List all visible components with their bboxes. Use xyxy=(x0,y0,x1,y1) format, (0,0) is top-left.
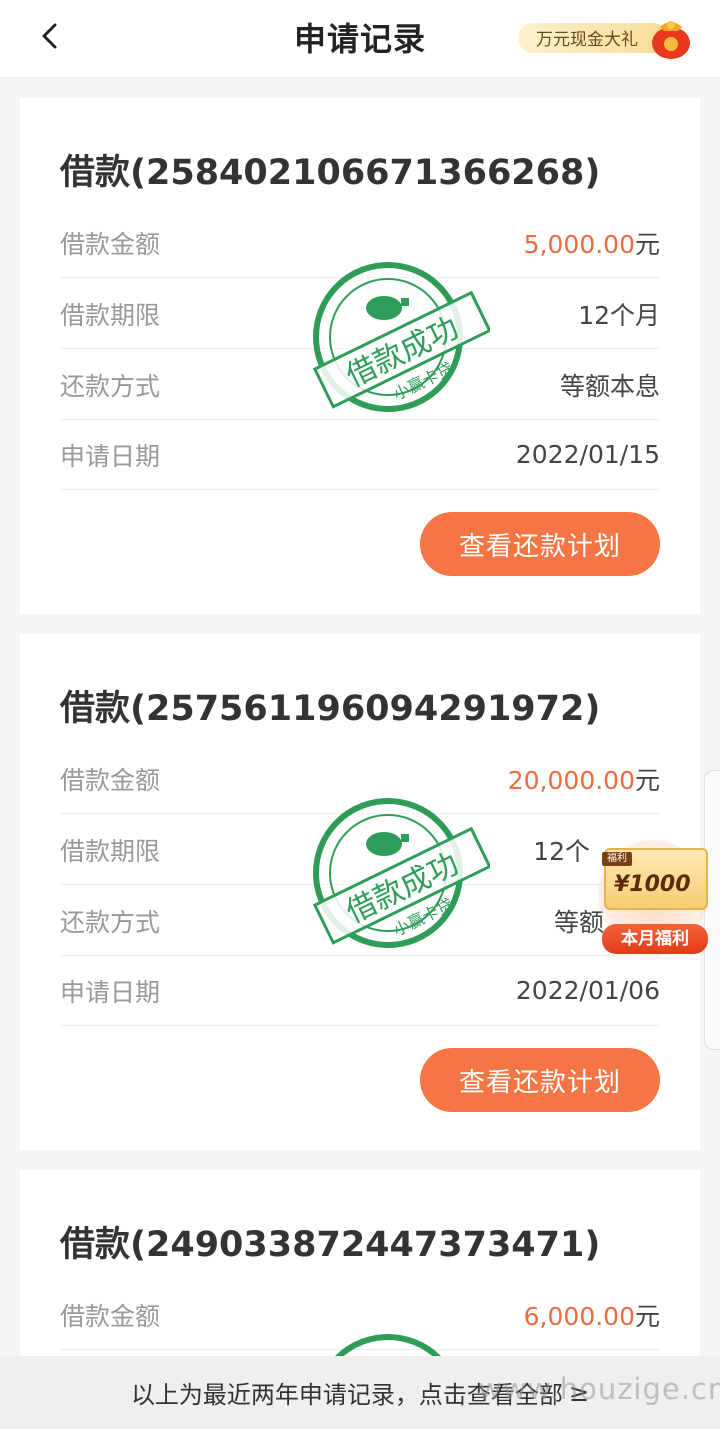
amount-label: 借款金额 xyxy=(60,229,161,259)
welfare-tag: 福利 xyxy=(602,852,632,866)
loan-success-stamp: 借款成功 小赢卡贷 xyxy=(312,262,490,412)
view-repayment-plan-button[interactable]: 查看还款计划 xyxy=(420,1048,660,1112)
welfare-label: 本月福利 xyxy=(602,924,708,954)
method-label: 还款方式 xyxy=(60,371,161,401)
red-envelope-bag-icon xyxy=(652,21,690,59)
watermark: www.houzige.cn xyxy=(478,1372,720,1406)
view-repayment-plan-button[interactable]: 查看还款计划 xyxy=(420,512,660,576)
loan-success-stamp: 借款成功 小赢卡贷 xyxy=(312,798,490,948)
date-label: 申请日期 xyxy=(60,977,161,1007)
welfare-amount: ¥1000 xyxy=(614,872,691,897)
date-value: 2022/01/15 xyxy=(515,440,660,469)
term-value: 12个 xyxy=(533,836,590,866)
loan-title: 借款(249033872447373471) xyxy=(60,1225,601,1265)
method-label: 还款方式 xyxy=(60,907,161,937)
stamp-logo-icon xyxy=(366,296,402,320)
monthly-welfare-widget[interactable]: 福利 ¥1000 本月福利 xyxy=(596,836,716,958)
amount-unit: 元 xyxy=(634,1301,660,1331)
promo-label: 万元现金大礼 xyxy=(536,29,638,50)
amount-label: 借款金额 xyxy=(60,765,161,795)
amount-unit: 元 xyxy=(634,765,660,795)
term-label: 借款期限 xyxy=(60,836,161,866)
stamp-logo-icon xyxy=(366,832,402,856)
apply-date-row: 申请日期 2022/01/15 xyxy=(60,420,660,490)
amount-value: 20,000.00元 xyxy=(508,761,660,797)
amount-label: 借款金额 xyxy=(60,1301,161,1331)
top-nav-bar: 申请记录 万元现金大礼 xyxy=(0,0,720,78)
amount-number: 5,000.00 xyxy=(523,229,635,259)
loan-title: 借款(258402106671366268) xyxy=(60,153,601,193)
loan-record-card: 借款(258402106671366268) 借款金额 5,000.00元 借款… xyxy=(20,98,700,614)
amount-value: 5,000.00元 xyxy=(524,225,660,261)
term-label: 借款期限 xyxy=(60,300,161,330)
apply-date-row: 申请日期 2022/01/06 xyxy=(60,956,660,1026)
date-label: 申请日期 xyxy=(60,441,161,471)
date-value: 2022/01/06 xyxy=(515,976,660,1005)
amount-number: 6,000.00 xyxy=(523,1301,635,1331)
method-value: 等额本息 xyxy=(559,371,660,401)
term-value: 12个月 xyxy=(578,300,660,330)
amount-number: 20,000.00 xyxy=(507,765,635,795)
loan-title: 借款(257561196094291972) xyxy=(60,689,601,729)
cash-gift-promo[interactable]: 万元现金大礼 xyxy=(518,17,696,59)
amount-unit: 元 xyxy=(634,229,660,259)
amount-value: 6,000.00元 xyxy=(524,1297,660,1333)
